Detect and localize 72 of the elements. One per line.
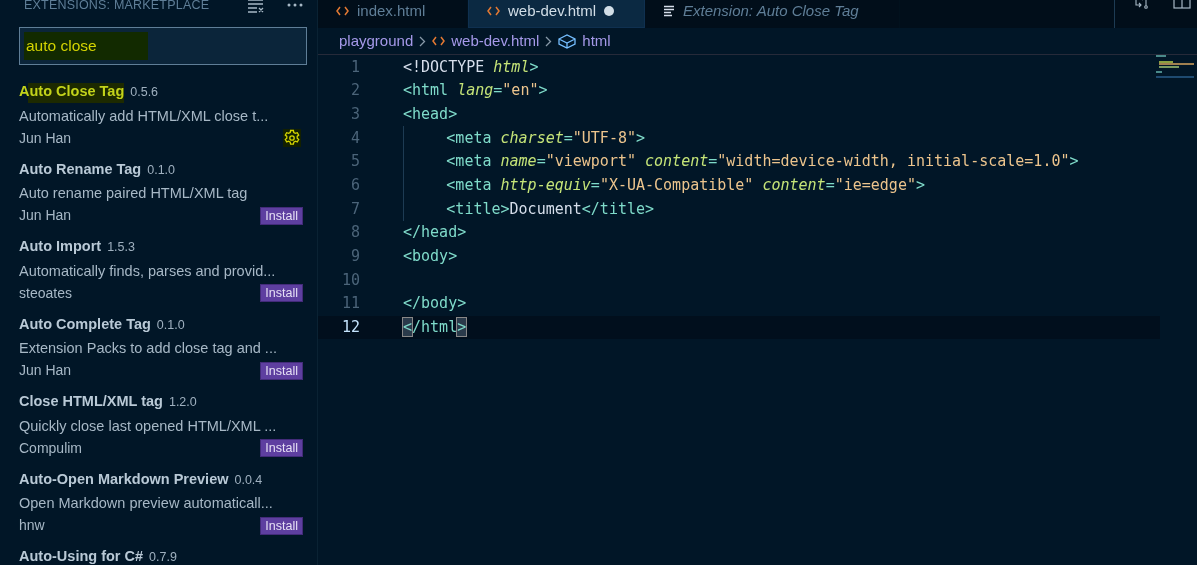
- install-button[interactable]: Install: [260, 361, 303, 380]
- extension-publisher: Jun Han: [19, 206, 72, 225]
- breadcrumb-item[interactable]: html: [582, 29, 611, 53]
- extension-name[interactable]: Close HTML/XML tag: [19, 391, 163, 413]
- line-number: 8: [349, 222, 360, 244]
- code-line: <meta charset="UTF-8">: [446, 127, 646, 149]
- extension-description: Quickly close last opened HTML/XML ...: [19, 416, 278, 436]
- line-number: 3: [349, 103, 360, 125]
- code-line: <head>: [403, 103, 458, 125]
- search-field[interactable]: auto close: [19, 27, 307, 65]
- line-number: 6: [349, 175, 360, 197]
- extension-name[interactable]: Auto-Open Markdown Preview: [19, 468, 229, 491]
- extension-version: 0.1.0: [156, 316, 185, 334]
- line-number: 4: [349, 127, 360, 149]
- extension-description: Open Markdown preview automaticall...: [19, 494, 274, 514]
- extension-name[interactable]: Auto Complete Tag: [19, 313, 151, 336]
- line-number: 9: [349, 246, 360, 268]
- line-number: 5: [349, 151, 360, 173]
- extension-version: 0.7.9: [149, 549, 177, 565]
- code-file-icon: [336, 6, 349, 16]
- extension-publisher: steoates: [19, 283, 72, 303]
- code-line: <meta http-equiv="X-UA-Compatible" content="ie=edge">: [446, 175, 925, 197]
- chevron-icon: [545, 35, 553, 47]
- extension-publisher: Jun Han: [19, 128, 72, 148]
- line-number: 10: [340, 269, 360, 291]
- code-line: </head>: [403, 222, 467, 244]
- extension-publisher: hnw: [19, 516, 45, 535]
- more-icon[interactable]: [287, 3, 303, 7]
- clear-results-icon[interactable]: [247, 0, 265, 13]
- unsaved-dot: [604, 6, 615, 16]
- extension-description: Automatically add HTML/XML close t...: [19, 106, 270, 126]
- code-line: </body>: [403, 293, 467, 315]
- line-number: 12: [340, 317, 360, 339]
- editor-tab[interactable]: web-dev.html: [468, 0, 645, 28]
- chevron-icon: [419, 35, 427, 47]
- extension-version: 0.0.4: [234, 471, 263, 489]
- extension-name[interactable]: Auto Rename Tag: [19, 158, 142, 181]
- minimap-drawing[interactable]: [1156, 55, 1194, 79]
- code-line: <html lang="en">: [403, 80, 548, 102]
- extension-version: 0.1.0: [147, 161, 175, 179]
- code-line: <meta name="viewport" content="width=device-width, initial-scale=1.0">: [446, 151, 1079, 173]
- extension-version: 0.5.6: [130, 84, 159, 101]
- code-file-icon: [432, 36, 446, 46]
- extension-name[interactable]: Auto-Using for C#: [19, 546, 144, 565]
- install-button[interactable]: Install: [260, 516, 303, 535]
- breadcrumb-item[interactable]: web-dev.html: [451, 29, 540, 53]
- extension-description: Extension Packs to add close tag and ...: [19, 339, 278, 359]
- extension-name[interactable]: Auto Close Tag: [19, 81, 125, 103]
- line-number: 7: [349, 198, 360, 220]
- document-icon: [663, 5, 675, 17]
- editor-tab[interactable]: Extension: Auto Close Tag: [645, 0, 900, 28]
- line-number: 2: [349, 80, 360, 102]
- install-button[interactable]: Install: [260, 206, 303, 225]
- install-button[interactable]: Install: [260, 439, 303, 457]
- extension-publisher: Compulim: [19, 438, 82, 458]
- extension-description: Automatically finds, parses and provid...: [19, 261, 277, 281]
- code-line: <title>Document</title>: [446, 198, 655, 220]
- extension-name[interactable]: Auto Import: [19, 236, 102, 258]
- install-button[interactable]: Install: [260, 284, 303, 302]
- extension-description: Auto rename paired HTML/XML tag: [19, 184, 249, 204]
- settings-icon[interactable]: [283, 129, 301, 147]
- code-file-icon: [487, 6, 500, 16]
- extension-version: 1.2.0: [168, 394, 197, 411]
- panel-title: EXTENSIONS: MARKETPLACE: [24, 0, 211, 14]
- extension-version: 1.5.3: [107, 239, 135, 256]
- code-line: <!DOCTYPE html>: [403, 56, 539, 78]
- breadcrumb-item[interactable]: playground: [339, 29, 414, 53]
- line-number: 1: [349, 56, 360, 78]
- line-number: 11: [340, 293, 360, 315]
- extension-publisher: Jun Han: [19, 361, 72, 380]
- code-line: <body>: [403, 246, 458, 268]
- cube-icon: [558, 33, 577, 49]
